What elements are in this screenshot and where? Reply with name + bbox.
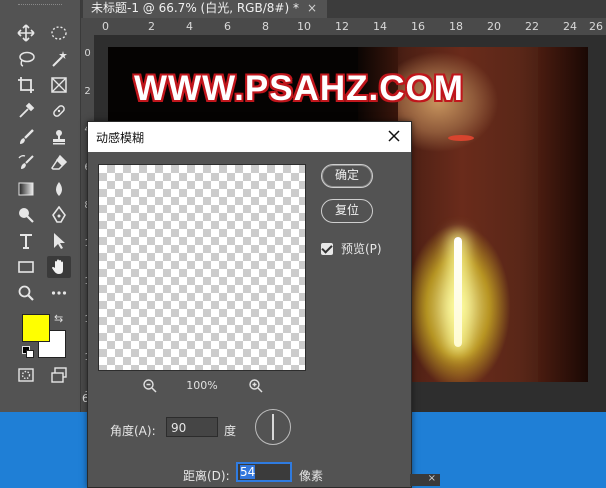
ruler-label: 24 bbox=[563, 20, 577, 33]
ruler-label: 8 bbox=[262, 20, 269, 33]
close-icon[interactable] bbox=[385, 127, 403, 145]
document-tab-bar: 未标题-1 @ 66.7% (白光, RGB/8#) * × bbox=[81, 0, 606, 18]
dodge-icon[interactable] bbox=[14, 204, 38, 226]
ruler-label: 26 bbox=[589, 20, 603, 33]
collapsed-panel-strip[interactable]: × bbox=[410, 473, 440, 486]
stamp-icon[interactable] bbox=[47, 126, 71, 148]
gradient-icon[interactable] bbox=[14, 178, 38, 200]
ruler-label: 0 bbox=[84, 48, 91, 59]
dialog-titlebar[interactable]: 动感模糊 bbox=[88, 122, 411, 152]
history-brush-icon[interactable] bbox=[14, 152, 38, 174]
panel-grip[interactable] bbox=[18, 4, 62, 8]
blur-icon[interactable] bbox=[47, 178, 71, 200]
distance-unit: 像素 bbox=[299, 469, 324, 483]
rectangle-icon[interactable] bbox=[14, 256, 38, 278]
distance-input[interactable]: 54 bbox=[236, 462, 292, 482]
eraser-icon[interactable] bbox=[47, 152, 71, 174]
zoom-out-icon[interactable] bbox=[142, 378, 158, 394]
more-icon[interactable] bbox=[47, 282, 71, 304]
ok-button[interactable]: 确定 bbox=[321, 164, 373, 188]
tools-panel: ⇆ bbox=[0, 0, 81, 412]
watermark-text: WWW.PSAHZ.COM bbox=[134, 69, 464, 108]
photo-glow-stick bbox=[454, 237, 462, 347]
ruler-label: 18 bbox=[449, 20, 463, 33]
photo-hair-right bbox=[538, 47, 588, 382]
preview-checkbox[interactable] bbox=[321, 242, 333, 255]
lasso-icon[interactable] bbox=[14, 48, 38, 70]
ruler-label: 6 bbox=[224, 20, 231, 33]
ruler-label: 16 bbox=[411, 20, 425, 33]
ruler-label: 22 bbox=[525, 20, 539, 33]
motion-blur-dialog: 动感模糊 100% 确定 复位 预览(P) 角度(A): 90 度 距离(D):… bbox=[87, 121, 412, 488]
ruler-label: 14 bbox=[373, 20, 387, 33]
eyedropper-icon[interactable] bbox=[14, 100, 38, 122]
angle-input[interactable]: 90 bbox=[166, 417, 218, 437]
preview-zoom-controls: 100% bbox=[98, 377, 304, 395]
magic-wand-icon[interactable] bbox=[47, 48, 71, 70]
reset-button[interactable]: 复位 bbox=[321, 199, 373, 223]
horizontal-ruler[interactable]: 0 2 4 6 8 10 12 14 16 18 20 22 24 26 bbox=[94, 18, 606, 36]
type-icon[interactable] bbox=[14, 230, 38, 252]
document-tab-title: 未标题-1 @ 66.7% (白光, RGB/8#) * bbox=[91, 1, 299, 15]
brush-icon[interactable] bbox=[14, 126, 38, 148]
preview-checkbox-row[interactable]: 预览(P) bbox=[321, 240, 382, 257]
ruler-label: 4 bbox=[186, 20, 193, 33]
ruler-label: 2 bbox=[148, 20, 155, 33]
angle-dial[interactable] bbox=[255, 409, 291, 445]
angle-dial-needle[interactable] bbox=[272, 414, 274, 440]
ruler-origin[interactable] bbox=[81, 18, 94, 35]
ruler-label: 12 bbox=[335, 20, 349, 33]
photo-lips bbox=[448, 135, 474, 141]
ruler-label: 10 bbox=[297, 20, 311, 33]
zoom-icon[interactable] bbox=[14, 282, 38, 304]
distance-label: 距离(D): bbox=[183, 469, 230, 483]
angle-label: 角度(A): bbox=[110, 424, 156, 438]
healing-brush-icon[interactable] bbox=[47, 100, 71, 122]
distance-value: 54 bbox=[240, 465, 256, 479]
angle-unit: 度 bbox=[224, 424, 237, 438]
marquee-icon[interactable] bbox=[47, 22, 71, 44]
frame-icon[interactable] bbox=[47, 74, 71, 96]
close-tab-icon[interactable]: × bbox=[307, 1, 317, 15]
zoom-in-icon[interactable] bbox=[248, 378, 264, 394]
filter-preview[interactable] bbox=[98, 164, 306, 371]
ruler-label: 20 bbox=[487, 20, 501, 33]
move-icon[interactable] bbox=[14, 22, 38, 44]
hand-icon[interactable] bbox=[47, 256, 71, 278]
zoom-level: 100% bbox=[186, 379, 218, 392]
dialog-title: 动感模糊 bbox=[96, 131, 145, 145]
swap-colors-icon[interactable]: ⇆ bbox=[54, 312, 63, 325]
screen-mode-icon[interactable] bbox=[47, 364, 71, 386]
default-colors-icon[interactable] bbox=[22, 346, 34, 358]
quick-mask-icon[interactable] bbox=[14, 364, 38, 386]
ruler-label: 0 bbox=[102, 20, 109, 33]
document-tab[interactable]: 未标题-1 @ 66.7% (白光, RGB/8#) * × bbox=[83, 0, 328, 18]
pen-icon[interactable] bbox=[47, 204, 71, 226]
preview-checkbox-label: 预览(P) bbox=[341, 242, 382, 256]
foreground-color-swatch[interactable] bbox=[22, 314, 50, 342]
crop-icon[interactable] bbox=[14, 74, 38, 96]
ruler-label: 2 bbox=[84, 86, 91, 97]
path-select-icon[interactable] bbox=[47, 230, 71, 252]
close-panel-icon[interactable]: × bbox=[428, 473, 436, 484]
